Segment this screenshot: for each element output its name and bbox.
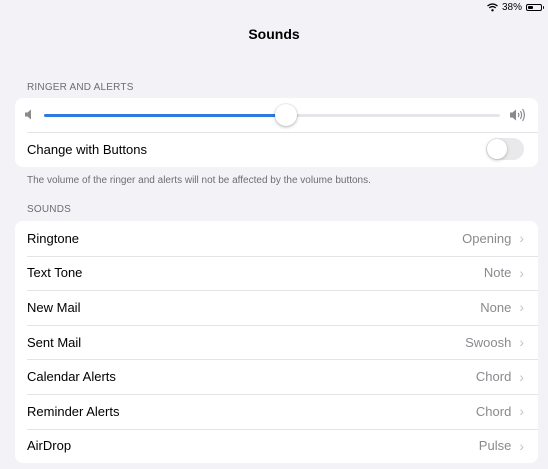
change-with-buttons-label: Change with Buttons	[27, 141, 147, 157]
chevron-right-icon: ›	[519, 403, 524, 420]
sound-row-label: Text Tone	[27, 265, 83, 281]
sound-row-value: None	[480, 299, 512, 315]
sound-row-label: Sent Mail	[27, 334, 82, 350]
chevron-right-icon: ›	[519, 230, 524, 247]
battery-icon	[526, 3, 544, 11]
volume-high-icon	[510, 108, 525, 122]
sound-row-value: Swoosh	[465, 334, 512, 350]
sound-row-label: AirDrop	[27, 438, 72, 454]
sound-row-value: Pulse	[478, 438, 512, 454]
sound-row-ringtone[interactable]: Ringtone Opening ›	[15, 221, 538, 256]
sound-row-sent-mail[interactable]: Sent Mail Swoosh ›	[15, 324, 538, 360]
sound-row-value: Opening	[462, 230, 512, 246]
sound-row-text-tone[interactable]: Text Tone Note ›	[15, 255, 538, 291]
volume-slider-knob[interactable]	[274, 104, 297, 126]
battery-percent: 38%	[501, 1, 522, 13]
sound-row-value: Chord	[475, 403, 512, 419]
sound-row-label: Calendar Alerts	[27, 369, 116, 385]
chevron-right-icon: ›	[519, 334, 524, 351]
change-with-buttons-row: Change with Buttons	[15, 132, 538, 167]
sound-row-reminder-alerts[interactable]: Reminder Alerts Chord ›	[15, 393, 538, 429]
ringer-section-header: RINGER AND ALERTS	[27, 82, 134, 93]
chevron-right-icon: ›	[519, 368, 524, 385]
sound-row-label: Reminder Alerts	[27, 403, 120, 419]
chevron-right-icon: ›	[519, 299, 524, 316]
wifi-icon	[487, 2, 498, 11]
sounds-group: Ringtone Opening › Text Tone Note › New …	[15, 221, 538, 464]
sounds-section-header: SOUNDS	[27, 204, 71, 215]
sound-row-airdrop[interactable]: AirDrop Pulse ›	[15, 428, 538, 464]
sound-row-new-mail[interactable]: New Mail None ›	[15, 290, 538, 325]
sound-row-calendar-alerts[interactable]: Calendar Alerts Chord ›	[15, 359, 538, 394]
chevron-right-icon: ›	[519, 437, 524, 454]
change-with-buttons-toggle[interactable]	[486, 138, 524, 161]
status-bar: 38%	[487, 0, 548, 14]
page-title: Sounds	[248, 26, 300, 42]
volume-low-icon	[25, 109, 31, 120]
chevron-right-icon: ›	[519, 264, 524, 281]
sound-row-value: Note	[483, 265, 512, 281]
ringer-footer-note: The volume of the ringer and alerts will…	[27, 175, 371, 186]
sound-row-label: Ringtone	[27, 230, 80, 246]
volume-slider-row	[15, 98, 538, 132]
sound-row-label: New Mail	[27, 299, 81, 315]
ringer-group: Change with Buttons	[15, 98, 538, 167]
sound-row-value: Chord	[475, 369, 512, 385]
volume-slider[interactable]	[44, 104, 500, 126]
